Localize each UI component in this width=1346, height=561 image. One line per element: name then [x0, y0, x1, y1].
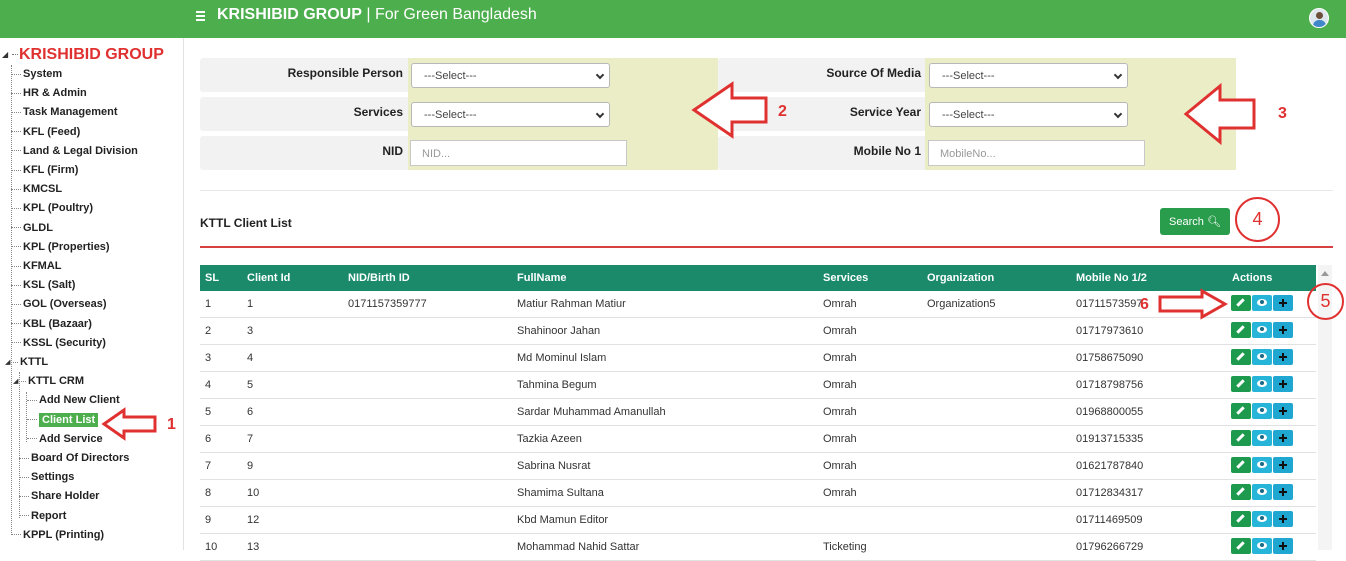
- arrow-6-icon: [1158, 288, 1229, 320]
- annotation-overlay: [101, 81, 1256, 441]
- annotation-3: 3: [1278, 105, 1287, 122]
- arrow-3-icon: [1183, 82, 1256, 146]
- annotation-1: 1: [167, 416, 176, 433]
- annotation-5: 5: [1307, 283, 1344, 320]
- annotation-2: 2: [778, 103, 787, 120]
- arrow-1-icon: [101, 407, 157, 441]
- arrow-2-icon: [691, 81, 768, 139]
- annotation-6: 6: [1140, 296, 1149, 313]
- annotation-4: 4: [1235, 197, 1280, 242]
